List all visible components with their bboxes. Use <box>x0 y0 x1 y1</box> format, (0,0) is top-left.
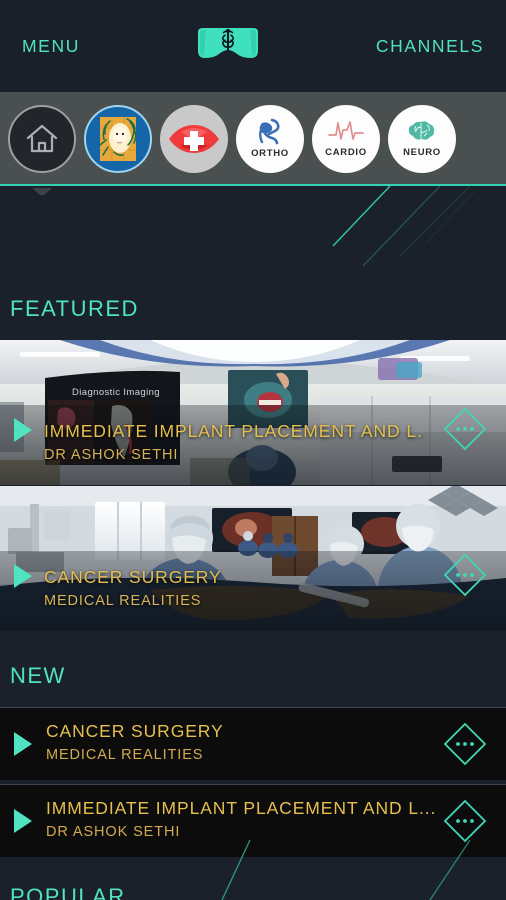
featured-card-1-text: IMMEDIATE IMPLANT PLACEMENT AND L... DR … <box>44 421 424 463</box>
more-options-diamond-svg <box>443 407 487 451</box>
popular-heading: POPULAR <box>10 884 126 900</box>
home-icon <box>26 124 58 152</box>
decorative-diagonal-lines <box>332 186 476 267</box>
featured-card-2[interactable]: CANCER SURGERY MEDICAL REALITIES <box>0 486 506 631</box>
channel-label-cardio: CARDIO <box>325 147 367 158</box>
featured-card-2-subtitle: MEDICAL REALITIES <box>44 593 202 609</box>
more-options-diamond-svg <box>443 722 487 766</box>
new-list-item-1[interactable]: CANCER SURGERY MEDICAL REALITIES <box>0 707 506 780</box>
featured-card-1-subtitle: DR ASHOK SETHI <box>44 447 179 463</box>
new-heading: NEW <box>10 663 66 688</box>
more-options-diamond-svg <box>443 553 487 597</box>
featured-card-1-title: IMMEDIATE IMPLANT PLACEMENT AND L... <box>44 421 424 441</box>
selected-channel-pointer <box>32 185 52 195</box>
new-list-item-1-subtitle: MEDICAL REALITIES <box>46 747 204 763</box>
featured-section-header: FEATURED <box>0 296 506 340</box>
play-icon[interactable] <box>14 418 32 442</box>
featured-heading: FEATURED <box>10 296 139 321</box>
svg-text:Diagnostic Imaging: Diagnostic Imaging <box>72 387 160 398</box>
new-section-header: NEW <box>0 663 506 707</box>
red-cross-shield-icon <box>169 124 219 153</box>
vr-headset-caduceus-icon[interactable] <box>192 23 264 69</box>
play-icon[interactable] <box>14 809 32 833</box>
channel-cardio[interactable]: CARDIO <box>312 104 380 173</box>
new-list-item-2-title: IMMEDIATE IMPLANT PLACEMENT AND L... <box>46 798 437 818</box>
play-icon[interactable] <box>14 732 32 756</box>
play-icon[interactable] <box>14 564 32 588</box>
channel-strip[interactable]: ORTHO CARDIO NEURO <box>0 92 506 185</box>
menu-button[interactable]: MENU <box>22 36 80 57</box>
knee-joint-icon <box>259 118 280 145</box>
featured-card-2-text: CANCER SURGERY MEDICAL REALITIES <box>44 567 424 609</box>
chevron-down-icon <box>32 188 52 195</box>
channel-ortho[interactable]: ORTHO <box>236 104 304 173</box>
featured-card-2-title: CANCER SURGERY <box>44 567 222 587</box>
channel-label-ortho: ORTHO <box>251 148 289 159</box>
channel-emergency[interactable] <box>160 104 228 173</box>
channels-button[interactable]: CHANNELS <box>376 36 484 57</box>
new-list-item-2-text: IMMEDIATE IMPLANT PLACEMENT AND L... DR … <box>46 798 436 840</box>
more-options-diamond-icon[interactable] <box>442 552 488 598</box>
channel-neuro[interactable]: NEURO <box>388 104 456 173</box>
channel-art[interactable] <box>84 104 152 173</box>
channel-strip-divider <box>0 184 506 186</box>
classical-face-icon <box>99 116 137 161</box>
more-options-diamond-icon[interactable] <box>442 721 488 767</box>
popular-section-header: POPULAR <box>0 884 506 900</box>
featured-card-1[interactable]: Diagnostic Imaging IMMEDIATE IMPLANT PLA… <box>0 340 506 485</box>
new-list-item-2-subtitle: DR ASHOK SETHI <box>46 824 181 840</box>
vr-headset-logo-svg <box>197 28 258 58</box>
channel-label-neuro: NEURO <box>403 147 441 158</box>
more-options-diamond-icon[interactable] <box>442 406 488 452</box>
top-bar: MENU CHANNELS <box>0 0 506 92</box>
ecg-heartbeat-icon <box>328 121 364 140</box>
more-options-diamond-svg <box>443 799 487 843</box>
brain-icon <box>408 121 435 140</box>
app-root: MENU CHANNELS ORTHO CARDIO NEURO FEATURE… <box>0 0 506 900</box>
new-list-item-1-text: CANCER SURGERY MEDICAL REALITIES <box>46 721 224 763</box>
new-list-item-1-title: CANCER SURGERY <box>46 721 224 741</box>
more-options-diamond-icon[interactable] <box>442 798 488 844</box>
channel-home[interactable] <box>8 104 76 173</box>
